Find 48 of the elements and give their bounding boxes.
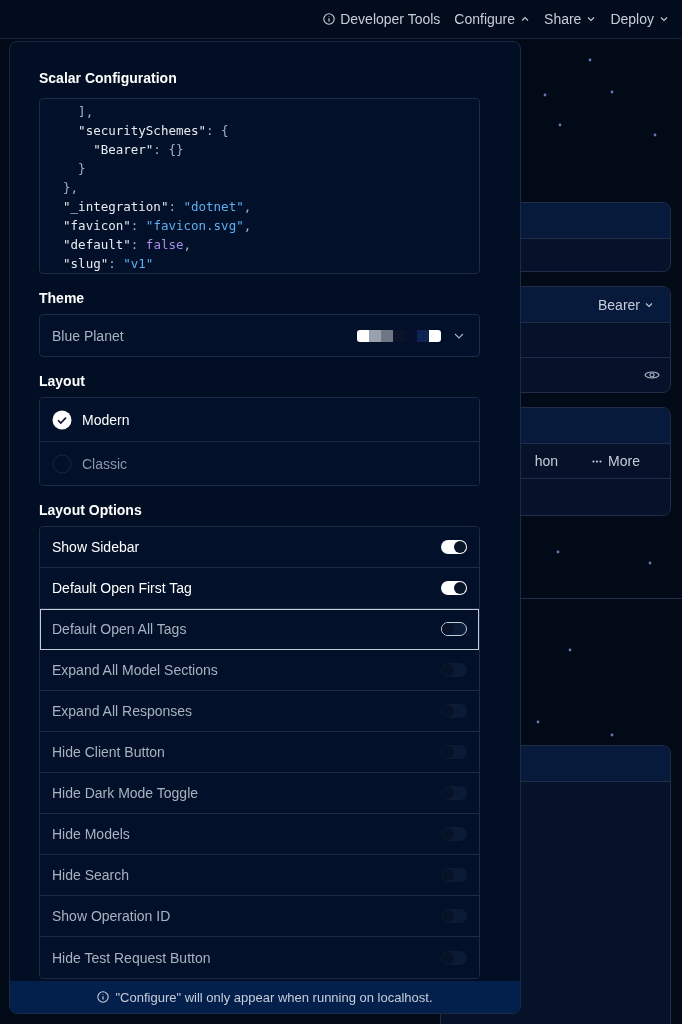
section-title: Scalar Configuration [39,70,178,86]
option-row[interactable]: Default Open First Tag [40,568,479,609]
chevron-icon [659,14,669,24]
option-row[interactable]: Hide Search [40,855,479,896]
star-dot [610,90,614,94]
developer-tools-button[interactable]: Developer Tools [318,7,446,31]
option-row[interactable]: Show Sidebar [40,527,479,568]
option-row[interactable]: Hide Client Button [40,732,479,773]
option-row[interactable]: Hide Test Request Button [40,937,479,978]
toggle-switch[interactable] [441,622,467,636]
star-dot [568,648,572,652]
theme-select[interactable]: Blue Planet [39,314,480,357]
chevron-icon [520,14,531,24]
nav-menu-button[interactable]: Share [539,7,602,31]
more-tab[interactable]: More [592,453,640,469]
star-dot [536,720,540,724]
section-label: Theme [39,290,86,306]
eye-icon[interactable] [644,369,660,381]
more-icon [592,459,603,463]
info-banner: "Configure" will only appear when running on localhost. [10,981,520,1013]
option-row[interactable]: Expand All Model Sections [40,650,479,691]
option-row[interactable]: Expand All Responses [40,691,479,732]
layout-option[interactable]: Modern [40,398,479,442]
option-row[interactable]: Show Operation ID [40,896,479,937]
star-dot [543,93,547,97]
section-label: Layout Options [39,502,143,518]
info-icon [323,13,336,25]
chevron-icon [586,14,597,24]
star-dot [556,550,560,554]
star-dot [588,58,592,62]
star-dot [610,733,614,737]
option-row[interactable]: Hide Dark Mode Toggle [40,773,479,814]
star-dot [653,133,657,137]
auth-scheme-select[interactable]: Bearer [591,295,660,314]
toggle-switch[interactable] [441,540,467,554]
layout-option[interactable]: Classic [40,442,479,485]
option-row[interactable]: Hide Models [40,814,479,855]
info-icon [97,991,110,1003]
section-label: Layout [39,373,86,389]
option-row[interactable]: Default Open All Tags [40,609,479,650]
nav-menu-button[interactable]: Configure [449,7,536,31]
client-tab[interactable]: hon [534,453,559,469]
star-dot [648,561,652,565]
nav-menu-button[interactable]: Deploy [605,7,674,31]
color-swatch-icon [357,329,441,342]
code-editor[interactable]: ], "securitySchemes": { "Bearer": {} } }, "_integration": "dotnet", "favicon": "favicon.svg", "default": false, "slug": "v1" [39,98,480,274]
star-dot [558,123,562,127]
toggle-switch[interactable] [441,581,467,595]
